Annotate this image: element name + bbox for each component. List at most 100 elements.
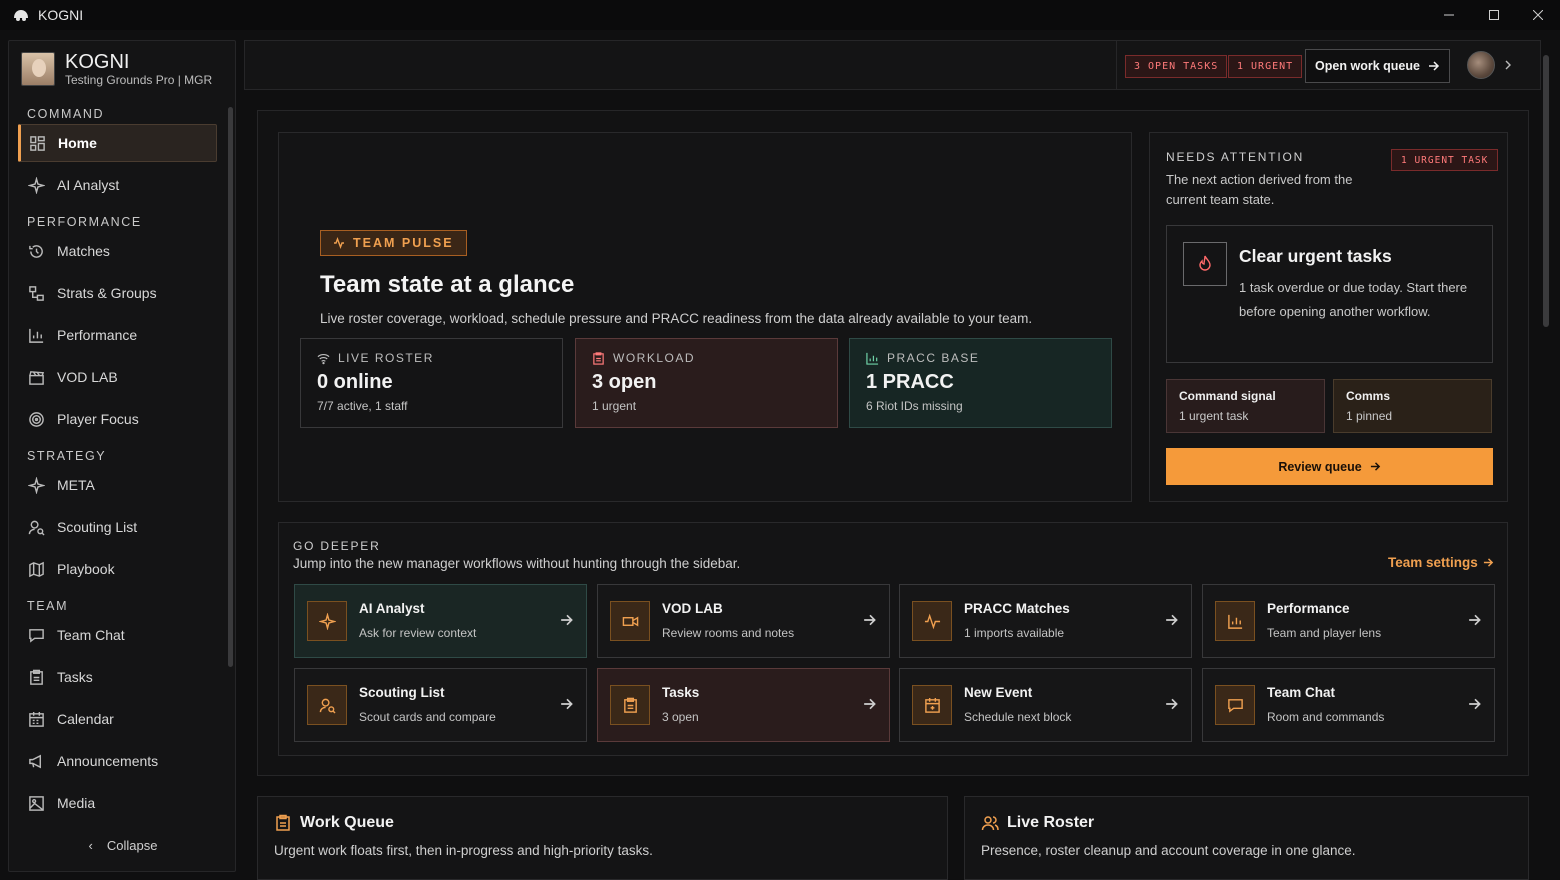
review-queue-button[interactable]: Review queue (1166, 448, 1493, 485)
sidebar-item-calendar[interactable]: Calendar (18, 700, 217, 738)
card-pracc-matches[interactable]: PRACC Matches 1 imports available (899, 584, 1192, 658)
arrow-right-icon (864, 614, 876, 626)
team-pulse-description: Live roster coverage, workload, schedule… (320, 311, 1033, 326)
sidebar-item-scouting-list[interactable]: Scouting List (18, 508, 217, 546)
sidebar-item-label: VOD LAB (57, 369, 118, 385)
user-avatar[interactable] (1467, 51, 1495, 79)
work-queue-description: Urgent work floats first, then in-progre… (274, 843, 653, 858)
chevron-right-icon[interactable] (1504, 60, 1512, 70)
card-sub: Ask for review context (359, 626, 477, 640)
card-tasks[interactable]: Tasks 3 open (597, 668, 890, 742)
bar-chart-icon (1227, 614, 1242, 629)
live-roster-panel: Live Roster Presence, roster cleanup and… (964, 796, 1529, 880)
sidebar-item-label: Team Chat (57, 627, 125, 643)
user-search-icon (28, 520, 45, 536)
maximize-button[interactable] (1484, 6, 1504, 24)
card-sub: Team and player lens (1267, 626, 1382, 640)
sidebar-item-label: Media (57, 795, 96, 811)
card-title: Performance (1267, 601, 1350, 616)
sidebar-item-playbook[interactable]: Playbook (18, 550, 217, 588)
go-deeper-panel: GO DEEPER Jump into the new manager work… (278, 522, 1508, 756)
sidebar-item-strats-groups[interactable]: Strats & Groups (18, 274, 217, 312)
sidebar-item-media[interactable]: Media (18, 784, 217, 822)
team-settings-link[interactable]: Team settings (1388, 555, 1494, 570)
chat-icon (29, 628, 44, 643)
card-new-event[interactable]: New Event Schedule next block (899, 668, 1192, 742)
card-title: Tasks (662, 685, 700, 700)
section-command: COMMAND (27, 107, 105, 121)
section-team: TEAM (27, 599, 69, 613)
sidebar-item-performance[interactable]: Performance (18, 316, 217, 354)
sidebar-item-ai-analyst[interactable]: AI Analyst (18, 166, 217, 204)
needs-attention-panel: NEEDS ATTENTION The next action derived … (1149, 132, 1508, 502)
urgent-badge[interactable]: 1 URGENT (1228, 55, 1303, 78)
card-title: New Event (964, 685, 1033, 700)
sidebar-scrollbar[interactable] (228, 107, 233, 667)
collapse-button[interactable]: ‹ Collapse (9, 838, 237, 853)
clear-urgent-card[interactable]: Clear urgent tasks 1 task overdue or due… (1166, 225, 1493, 363)
sidebar-item-label: Playbook (57, 561, 115, 577)
main-scrollbar[interactable] (1543, 55, 1549, 327)
card-sub: 1 imports available (964, 626, 1065, 640)
clipboard-icon (276, 814, 290, 831)
work-queue-title: Work Queue (300, 814, 394, 831)
section-performance: PERFORMANCE (27, 215, 142, 229)
user-search-icon (319, 698, 336, 714)
sidebar-item-player-focus[interactable]: Player Focus (18, 400, 217, 438)
arrow-right-icon (561, 698, 573, 710)
mini-sub: 1 urgent task (1179, 409, 1249, 423)
team-pulse-tag-label: TEAM PULSE (353, 236, 454, 250)
stat-pracc-base[interactable]: PRACC BASE 1 PRACC 6 Riot IDs missing (849, 338, 1112, 428)
sidebar-item-tasks[interactable]: Tasks (18, 658, 217, 696)
stat-sub: 6 Riot IDs missing (866, 399, 963, 413)
sidebar-item-label: Home (58, 135, 97, 151)
pulse-icon (334, 237, 344, 249)
card-scouting-list[interactable]: Scouting List Scout cards and compare (294, 668, 587, 742)
sidebar-item-announcements[interactable]: Announcements (18, 742, 217, 780)
sidebar-item-label: Announcements (57, 753, 159, 769)
video-icon (622, 615, 638, 627)
sidebar-item-label: Tasks (57, 669, 93, 685)
open-work-queue-button[interactable]: Open work queue (1305, 49, 1450, 83)
card-vod-lab[interactable]: VOD LAB Review rooms and notes (597, 584, 890, 658)
users-icon (981, 816, 999, 831)
stat-label: WORKLOAD (613, 351, 696, 365)
sidebar-item-label: META (57, 477, 95, 493)
pulse-icon (924, 613, 940, 629)
comms-card[interactable]: Comms 1 pinned (1333, 379, 1492, 433)
go-deeper-description: Jump into the new manager workflows with… (293, 556, 741, 571)
card-sub: Schedule next block (964, 710, 1072, 724)
flame-icon (1199, 255, 1211, 271)
mini-title: Comms (1346, 389, 1391, 403)
arrow-right-icon (1166, 614, 1178, 626)
history-icon (29, 244, 43, 258)
image-icon (29, 795, 44, 811)
arrow-right-icon (1166, 698, 1178, 710)
sidebar-item-matches[interactable]: Matches (18, 232, 217, 270)
stat-live-roster[interactable]: LIVE ROSTER 0 online 7/7 active, 1 staff (300, 338, 563, 428)
stat-value: 3 open (592, 371, 657, 393)
go-deeper-title: GO DEEPER (293, 539, 381, 553)
calendar-icon (29, 711, 44, 727)
command-signal-card[interactable]: Command signal 1 urgent task (1166, 379, 1325, 433)
card-performance[interactable]: Performance Team and player lens (1202, 584, 1495, 658)
card-ai-analyst[interactable]: AI Analyst Ask for review context (294, 584, 587, 658)
sidebar-item-team-chat[interactable]: Team Chat (18, 616, 217, 654)
sidebar-item-meta[interactable]: META (18, 466, 217, 504)
sidebar-item-label: Strats & Groups (57, 285, 157, 301)
stat-workload[interactable]: WORKLOAD 3 open 1 urgent (575, 338, 838, 428)
sidebar-item-label: AI Analyst (57, 177, 120, 193)
card-title: VOD LAB (662, 601, 723, 616)
review-queue-label: Review queue (1278, 459, 1362, 474)
open-tasks-badge[interactable]: 3 OPEN TASKS (1125, 55, 1228, 78)
sidebar-item-vod-lab[interactable]: VOD LAB (18, 358, 217, 396)
needs-attention-title: NEEDS ATTENTION (1166, 150, 1305, 164)
sparkle-icon (318, 612, 336, 630)
minimize-button[interactable] (1439, 6, 1459, 24)
sidebar-item-home[interactable]: Home (18, 124, 217, 162)
sidebar-item-label: Calendar (57, 711, 114, 727)
arrow-right-icon (1469, 698, 1481, 710)
card-team-chat[interactable]: Team Chat Room and commands (1202, 668, 1495, 742)
close-button[interactable] (1528, 6, 1548, 24)
card-title: PRACC Matches (964, 601, 1070, 616)
